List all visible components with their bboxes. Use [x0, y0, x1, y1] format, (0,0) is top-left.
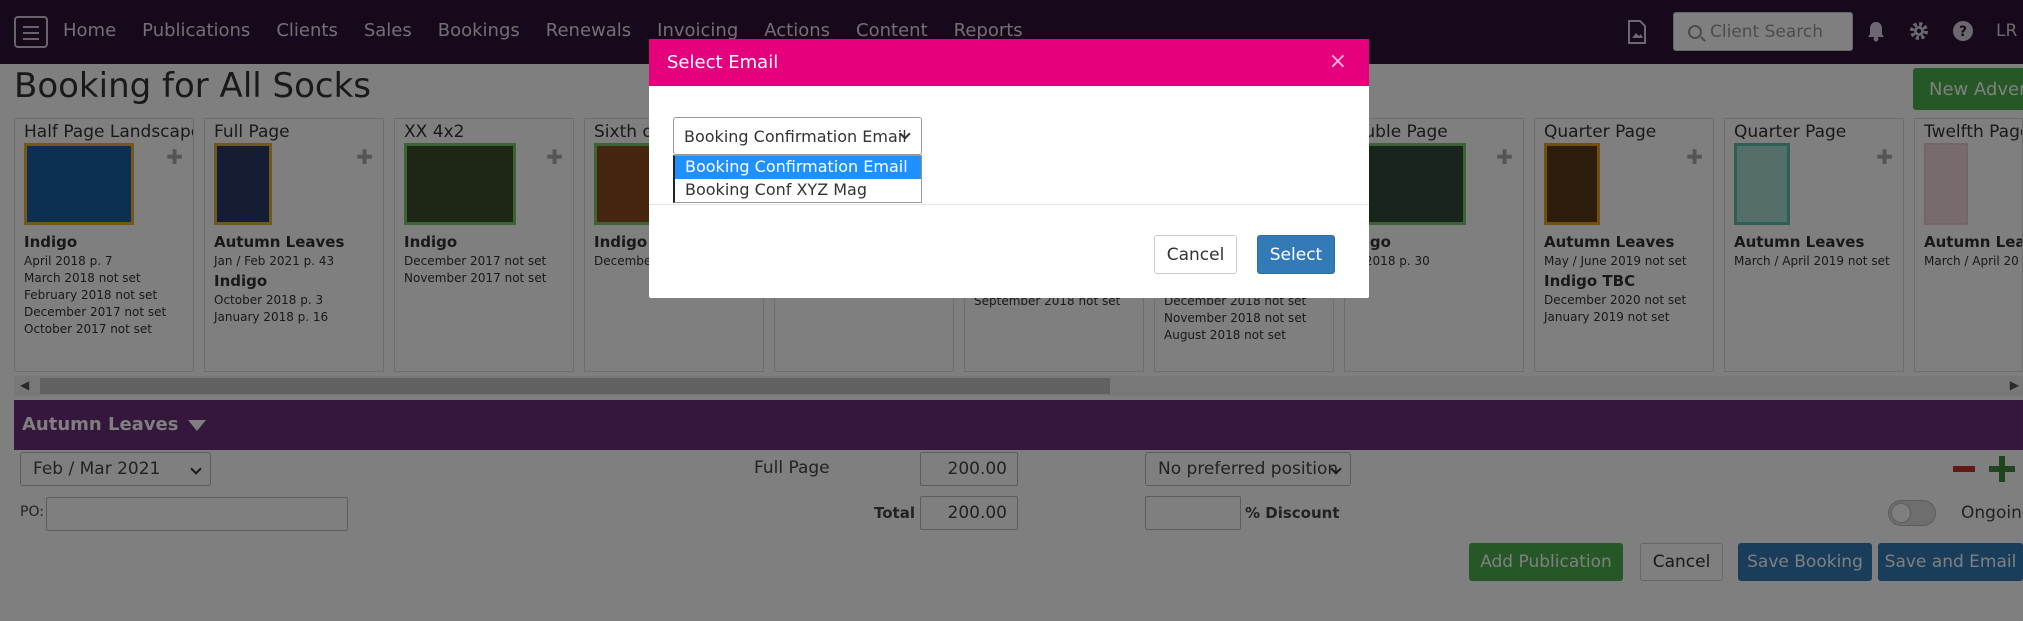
select-email-modal: Select Email × Booking Confirmation Emai…	[649, 39, 1369, 298]
email-template-select[interactable]: Booking Confirmation Email	[673, 117, 922, 155]
email-template-dropdown: Booking Confirmation Email Booking Conf …	[673, 155, 922, 203]
modal-header: Select Email ×	[649, 39, 1369, 86]
dropdown-option[interactable]: Booking Confirmation Email	[675, 156, 921, 179]
modal-title: Select Email	[667, 52, 779, 73]
modal-select-button[interactable]: Select	[1257, 235, 1335, 274]
email-template-select-value: Booking Confirmation Email	[684, 127, 907, 146]
modal-cancel-button[interactable]: Cancel	[1154, 235, 1237, 274]
dropdown-option[interactable]: Booking Conf XYZ Mag	[675, 179, 921, 202]
modal-divider	[649, 204, 1369, 205]
close-icon[interactable]: ×	[1329, 49, 1347, 74]
